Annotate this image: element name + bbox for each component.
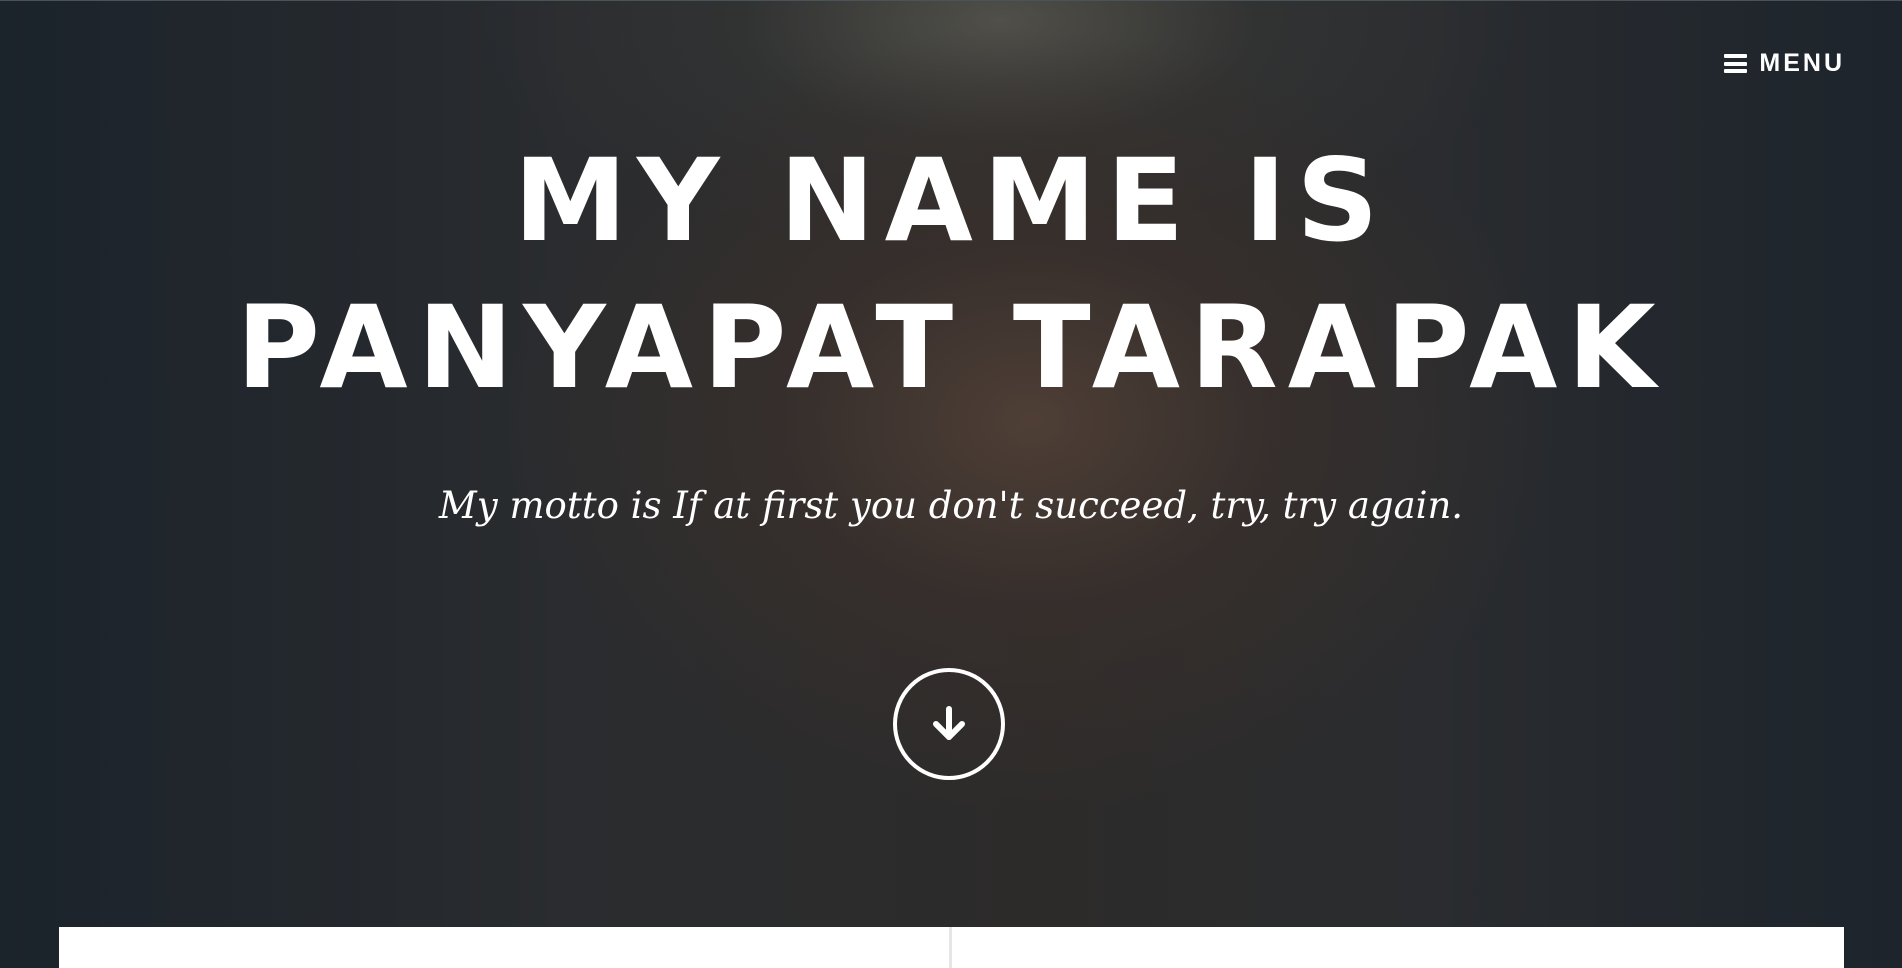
hamburger-icon[interactable] [1724,54,1748,73]
menu-label[interactable]: MENU [1759,51,1845,76]
content-card-left [59,927,952,968]
scroll-down-button[interactable] [893,668,1005,780]
content-card-right [952,927,1844,968]
hero-title-line-2: PANYAPAT TARAPAK [236,281,1666,414]
hero-section: MENU MY NAME IS PANYAPAT TARAPAK My mott… [0,0,1902,968]
arrow-down-icon [933,706,965,740]
hero-motto: My motto is If at first you don't succee… [438,484,1464,527]
hero-title-line-1: MY NAME IS [513,134,1389,267]
hero-title: MY NAME IS PANYAPAT TARAPAK [0,127,1902,421]
content-cards [59,927,1844,968]
menu-toggle-button[interactable]: MENU [1724,51,1845,76]
